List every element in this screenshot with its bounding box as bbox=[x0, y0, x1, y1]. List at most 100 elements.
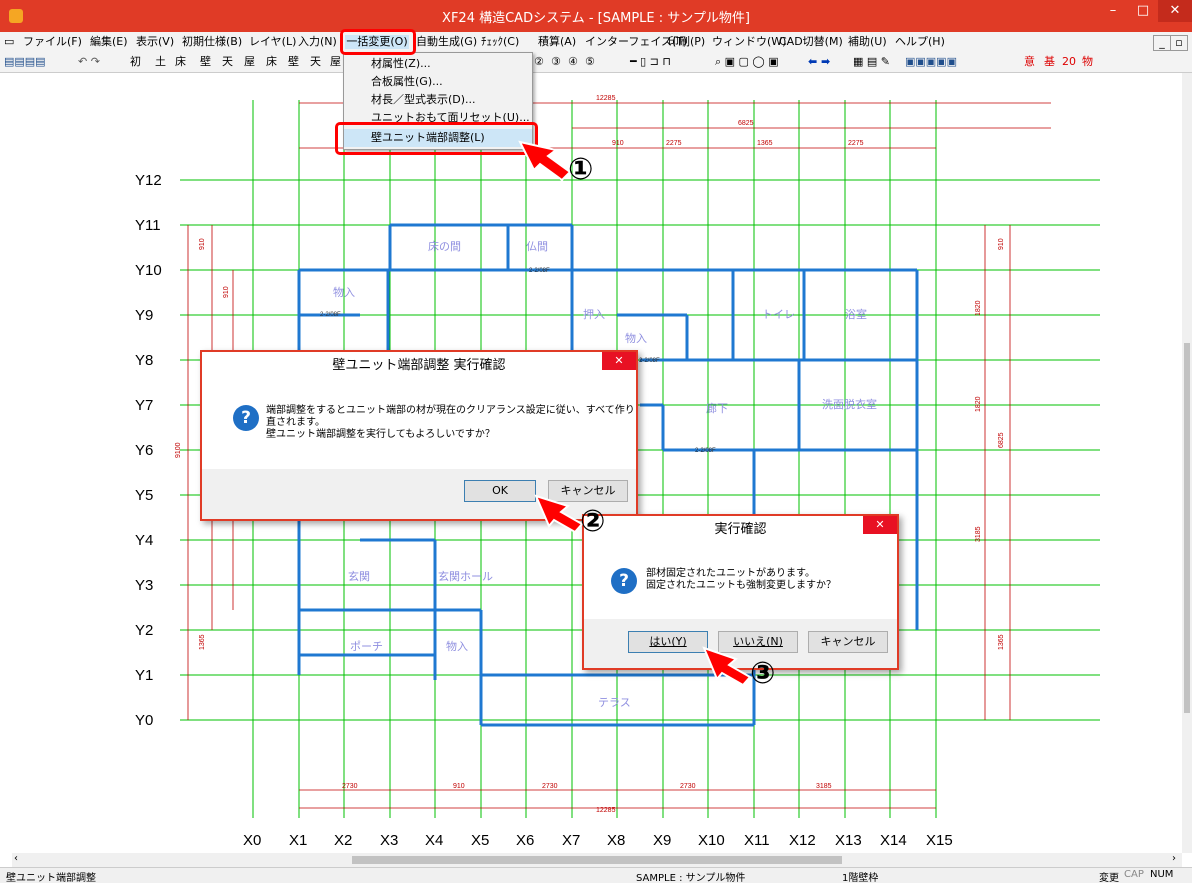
menu-cad-switch[interactable]: CAD切替(M) bbox=[779, 35, 843, 49]
toolbar-file-icon[interactable]: ▤▤▤▤ bbox=[4, 55, 46, 69]
toolbar-ceiling[interactable]: 天 bbox=[222, 55, 233, 69]
toolbar-ceiling-2[interactable]: 天 bbox=[310, 55, 321, 69]
toolbar-grid-icons[interactable]: ▦ ▤ ✎ bbox=[853, 55, 890, 69]
dialog2-close-icon[interactable]: ✕ bbox=[863, 516, 897, 534]
dialog1-title: 壁ユニット端部調整 実行確認 bbox=[202, 352, 636, 380]
toolbar-roof-2[interactable]: 屋 bbox=[330, 55, 341, 69]
toolbar-scale[interactable]: 20 bbox=[1062, 55, 1076, 69]
toolbar-roof[interactable]: 屋 bbox=[244, 55, 255, 69]
grid-label-x: X13 bbox=[835, 832, 862, 849]
room-label: 玄関ホール bbox=[438, 569, 493, 583]
maximize-icon[interactable]: □ bbox=[1128, 0, 1158, 22]
callout-1: ① bbox=[568, 152, 594, 187]
vertical-scrollbar[interactable] bbox=[1182, 73, 1192, 853]
toolbar-num-2[interactable]: ② bbox=[534, 55, 544, 69]
menu-auto-generate[interactable]: 自動生成(G) bbox=[416, 35, 477, 49]
undo-redo-icon[interactable]: ↶ ↷ bbox=[78, 55, 100, 69]
dialog1-message-line2: 直されます。 bbox=[266, 417, 325, 428]
menu-view[interactable]: 表示(V) bbox=[136, 35, 174, 49]
menu-estimate[interactable]: 積算(A) bbox=[538, 35, 576, 49]
grid-label-y: Y6 bbox=[135, 442, 153, 459]
toolbar-base[interactable]: 基 bbox=[1044, 55, 1055, 69]
toolbar-num-3[interactable]: ③ bbox=[551, 55, 561, 69]
grid-label-x: X3 bbox=[380, 832, 398, 849]
toolbar-object[interactable]: 物 bbox=[1082, 55, 1093, 69]
grid-label-y: Y3 bbox=[135, 577, 153, 594]
room-label: ポーチ bbox=[350, 640, 383, 653]
mdi-restore-icon[interactable]: ▫ bbox=[1170, 35, 1188, 51]
beam-label: 2-2/08F bbox=[695, 448, 716, 454]
dialog2-message-line2: 固定されたユニットも強制変更しますか？ bbox=[646, 580, 836, 591]
dialog1-close-icon[interactable]: ✕ bbox=[602, 352, 636, 370]
toolbar-wall[interactable]: 壁 bbox=[200, 55, 211, 69]
toolbar-floor-2[interactable]: 床 bbox=[266, 55, 277, 69]
menu-help[interactable]: ヘルプ(H) bbox=[895, 35, 945, 49]
dimension-text: 6825 bbox=[998, 432, 1005, 448]
toolbar-draw-icons[interactable]: ━ ▯ ⊐ ⊓ bbox=[630, 55, 671, 69]
dialog2-cancel-button[interactable]: キャンセル bbox=[808, 631, 888, 653]
dimension-text: 2275 bbox=[666, 140, 682, 147]
menu-edit[interactable]: 編集(E) bbox=[90, 35, 128, 49]
question-icon: ? bbox=[233, 405, 259, 431]
toolbar-initial[interactable]: 初 bbox=[130, 55, 141, 69]
dimension-text: 910 bbox=[199, 238, 206, 250]
menu-initial-spec[interactable]: 初期仕様(B) bbox=[182, 35, 242, 49]
ok-button[interactable]: OK bbox=[464, 480, 536, 502]
toolbar-window-icons[interactable]: ▣▣▣▣▣ bbox=[905, 55, 957, 69]
dimension-text: 1365 bbox=[757, 140, 773, 147]
scroll-right-icon[interactable]: › bbox=[1172, 853, 1176, 864]
menu-layer[interactable]: レイヤ(L) bbox=[249, 35, 296, 49]
toolbar-floor[interactable]: 床 bbox=[175, 55, 186, 69]
menu-bar: ▭ ファイル(F) 編集(E) 表示(V) 初期仕様(B) レイヤ(L) 入力(… bbox=[0, 32, 1192, 52]
dropdown-item-plywood-attr[interactable]: 合板属性(G)... bbox=[344, 73, 532, 91]
close-icon[interactable]: ✕ bbox=[1158, 0, 1192, 22]
grid-label-x: X7 bbox=[562, 832, 580, 849]
horizontal-scrollbar[interactable]: ‹ › bbox=[12, 853, 1182, 867]
toolbar-zoom-icons[interactable]: ⌕ ▣ ▢ ◯ ▣ bbox=[715, 55, 779, 69]
mdi-minimize-icon[interactable]: _ bbox=[1153, 35, 1171, 51]
grid-label-x: X10 bbox=[698, 832, 725, 849]
toolbar-meaning[interactable]: 意 bbox=[1024, 55, 1035, 69]
menu-file[interactable]: ファイル(F) bbox=[23, 35, 82, 49]
menu-print[interactable]: 印刷(P) bbox=[668, 35, 705, 49]
dimension-text: 910 bbox=[612, 140, 624, 147]
highlight-dropdown-box bbox=[335, 122, 538, 155]
no-button[interactable]: いいえ(N) bbox=[718, 631, 798, 653]
grid-label-y: Y4 bbox=[135, 532, 153, 549]
arrow-left-right-icon[interactable]: ⬅ ➡ bbox=[808, 55, 830, 69]
grid-label-x: X2 bbox=[334, 832, 352, 849]
beam-label: 2-2/08F bbox=[320, 312, 341, 318]
horizontal-scroll-thumb[interactable] bbox=[352, 856, 842, 864]
toolbar-num-4[interactable]: ④ bbox=[568, 55, 578, 69]
toolbar-foundation[interactable]: 土 bbox=[155, 55, 166, 69]
menu-aux[interactable]: 補助(U) bbox=[848, 35, 887, 49]
dimension-text: 3185 bbox=[975, 526, 982, 542]
room-label: 物入 bbox=[333, 285, 355, 299]
minimize-icon[interactable]: – bbox=[1098, 0, 1128, 22]
yes-button[interactable]: はい(Y) bbox=[628, 631, 708, 653]
dialog1-cancel-button[interactable]: キャンセル bbox=[548, 480, 628, 502]
dimension-text: 1820 bbox=[975, 300, 982, 316]
beam-label: 2-2/08F bbox=[639, 358, 660, 364]
grid-label-y: Y1 bbox=[135, 667, 153, 684]
dialog2-body: ? 部材固定されたユニットがあります。 固定されたユニットも強制変更しますか？ bbox=[584, 544, 897, 619]
menu-input[interactable]: 入力(N) bbox=[298, 35, 337, 49]
menu-window[interactable]: ウィンドウ(W) bbox=[712, 35, 786, 49]
grid-label-y: Y7 bbox=[135, 397, 153, 414]
toolbar-wall-2[interactable]: 壁 bbox=[288, 55, 299, 69]
grid-label-y: Y12 bbox=[135, 172, 162, 189]
scroll-left-icon[interactable]: ‹ bbox=[14, 853, 18, 864]
dropdown-item-length-type[interactable]: 材長／型式表示(D)... bbox=[344, 91, 532, 109]
document-icon[interactable]: ▭ bbox=[4, 35, 14, 48]
dimension-text: 910 bbox=[453, 783, 465, 790]
menu-check[interactable]: ﾁｪｯｸ(C) bbox=[481, 35, 519, 49]
dimension-text: 6825 bbox=[738, 120, 754, 127]
grid-label-x: X0 bbox=[243, 832, 261, 849]
grid-label-y: Y5 bbox=[135, 487, 153, 504]
room-label: 浴室 bbox=[845, 307, 867, 321]
dropdown-item-material-attr[interactable]: 材属性(Z)... bbox=[344, 55, 532, 73]
toolbar-num-5[interactable]: ⑤ bbox=[585, 55, 595, 69]
grid-label-x: X1 bbox=[289, 832, 307, 849]
vertical-scroll-thumb[interactable] bbox=[1184, 343, 1190, 713]
question-icon: ? bbox=[611, 568, 637, 594]
